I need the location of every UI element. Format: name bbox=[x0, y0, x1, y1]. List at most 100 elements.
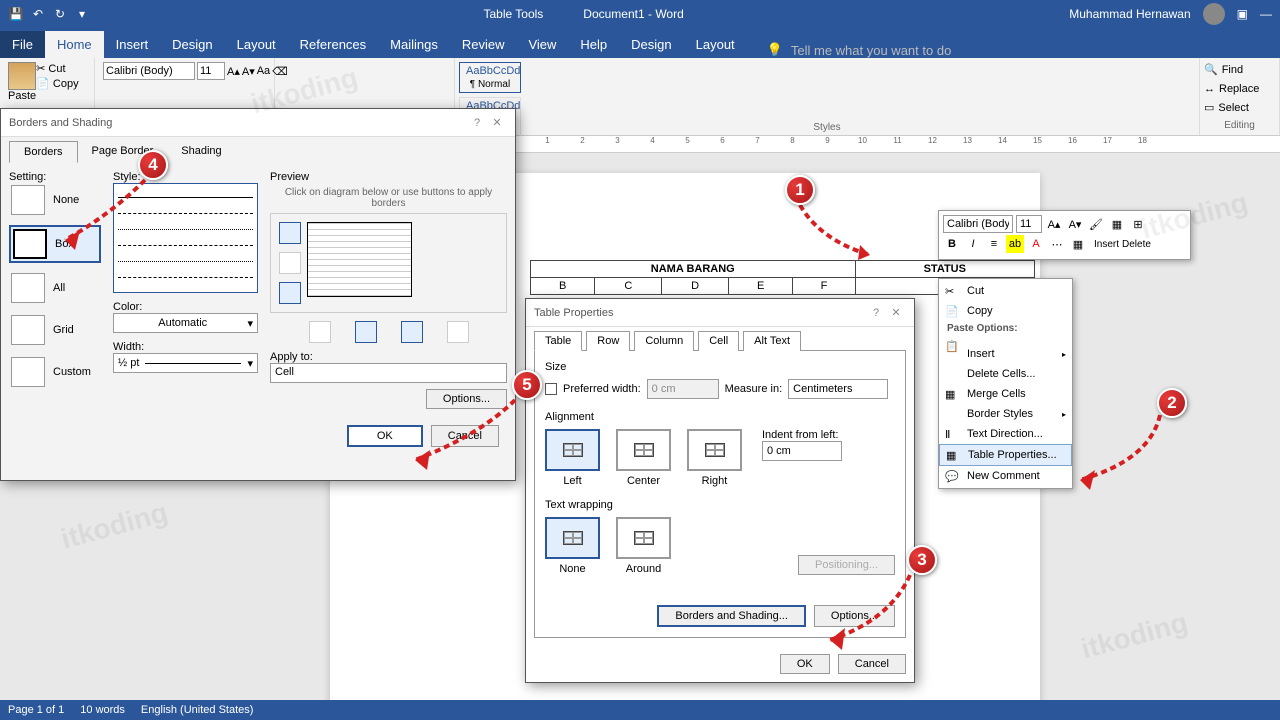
font-size-combo[interactable] bbox=[197, 62, 225, 80]
bs-close-icon[interactable]: ✕ bbox=[487, 116, 507, 129]
preview-diagram[interactable] bbox=[307, 222, 412, 297]
ctx-merge-cells[interactable]: ▦Merge Cells bbox=[939, 384, 1072, 404]
styles-gallery[interactable]: AaBbCcDd¶ Normal AaBbCcDd¶ No Spac... Aa… bbox=[455, 58, 1200, 135]
bs-tab-borders[interactable]: Borders bbox=[9, 141, 78, 163]
tab-help[interactable]: Help bbox=[568, 31, 619, 58]
border-hmid-btn[interactable] bbox=[279, 252, 301, 274]
status-lang[interactable]: English (United States) bbox=[141, 704, 254, 716]
border-top-btn[interactable] bbox=[279, 222, 301, 244]
applyto-combo[interactable]: Cell bbox=[270, 363, 507, 383]
ctx-insert[interactable]: Insert▸ bbox=[939, 344, 1072, 364]
tp-cancel-button[interactable]: Cancel bbox=[838, 654, 906, 674]
mini-font-combo[interactable] bbox=[943, 215, 1013, 233]
ctx-copy[interactable]: 📄Copy bbox=[939, 301, 1072, 321]
preferred-width-checkbox[interactable] bbox=[545, 383, 557, 395]
status-page[interactable]: Page 1 of 1 bbox=[8, 704, 64, 716]
mini-italic-icon[interactable]: I bbox=[964, 235, 982, 253]
tab-review[interactable]: Review bbox=[450, 31, 517, 58]
ctx-paste-keep-source[interactable]: 📋 bbox=[939, 336, 1072, 344]
bs-help-icon[interactable]: ? bbox=[467, 117, 487, 129]
qatoolbar-dropdown-icon[interactable]: ▾ bbox=[74, 6, 90, 22]
wrap-none[interactable]: None bbox=[545, 517, 600, 575]
tab-design[interactable]: Design bbox=[160, 31, 224, 58]
ctx-new-comment[interactable]: 💬New Comment bbox=[939, 466, 1072, 486]
mini-delete-button[interactable]: Delete bbox=[1122, 239, 1151, 250]
mini-fontsize-combo[interactable] bbox=[1016, 215, 1042, 233]
mini-insert-button[interactable]: Insert bbox=[1094, 239, 1119, 250]
minimize-icon[interactable]: — bbox=[1260, 7, 1272, 21]
mini-autofit-icon[interactable]: ⊞ bbox=[1129, 215, 1147, 233]
width-combo[interactable]: ½ pt▾ bbox=[113, 353, 258, 373]
border-left-btn[interactable] bbox=[355, 321, 377, 343]
find-button[interactable]: 🔍 Find bbox=[1204, 62, 1275, 77]
mini-align-icon[interactable]: ≡ bbox=[985, 235, 1003, 253]
change-case-icon[interactable]: Aa bbox=[257, 63, 270, 79]
tab-tt-layout[interactable]: Layout bbox=[684, 31, 747, 58]
tp-tab-table[interactable]: Table bbox=[534, 331, 582, 351]
mini-format-painter-icon[interactable]: 🖌 bbox=[1087, 215, 1105, 233]
mini-grow-font-icon[interactable]: A▴ bbox=[1045, 215, 1063, 233]
wrap-around[interactable]: Around bbox=[616, 517, 671, 575]
ribbon-display-icon[interactable]: ▣ bbox=[1237, 7, 1248, 21]
paste-button[interactable]: Paste bbox=[8, 62, 36, 102]
setting-custom[interactable]: Custom bbox=[9, 355, 101, 389]
ctx-cut[interactable]: ✂Cut bbox=[939, 281, 1072, 301]
setting-grid[interactable]: Grid bbox=[9, 313, 101, 347]
mini-shade-icon[interactable]: ▦ bbox=[1069, 235, 1087, 253]
bs-title: Borders and Shading bbox=[9, 117, 112, 129]
border-bottom-btn[interactable] bbox=[279, 282, 301, 304]
user-avatar-icon[interactable] bbox=[1203, 3, 1225, 25]
bs-tab-shading[interactable]: Shading bbox=[167, 141, 235, 163]
indent-spinner[interactable]: 0 cm bbox=[762, 441, 842, 461]
undo-icon[interactable]: ↶ bbox=[30, 6, 46, 22]
mini-more-icon[interactable]: ⋯ bbox=[1048, 235, 1066, 253]
status-words[interactable]: 10 words bbox=[80, 704, 125, 716]
font-name-combo[interactable] bbox=[103, 62, 195, 80]
align-right[interactable]: Right bbox=[687, 429, 742, 487]
tab-home[interactable]: Home bbox=[45, 31, 104, 58]
help-icon[interactable]: ? bbox=[866, 307, 886, 319]
width-spinner[interactable]: 0 cm bbox=[647, 379, 719, 399]
ctx-table-properties[interactable]: ▦Table Properties... bbox=[939, 444, 1072, 466]
cut-button[interactable]: ✂ Cut bbox=[36, 62, 78, 75]
ctx-border-styles[interactable]: Border Styles▸ bbox=[939, 404, 1072, 424]
align-left[interactable]: Left bbox=[545, 429, 600, 487]
tab-tt-design[interactable]: Design bbox=[619, 31, 683, 58]
ctx-text-direction[interactable]: ⅡText Direction... bbox=[939, 424, 1072, 444]
tab-file[interactable]: File bbox=[0, 31, 45, 58]
close-icon[interactable]: ✕ bbox=[886, 306, 906, 319]
color-combo[interactable]: Automatic▾ bbox=[113, 313, 258, 333]
mini-shrink-font-icon[interactable]: A▾ bbox=[1066, 215, 1084, 233]
border-diag2-btn[interactable] bbox=[447, 321, 469, 343]
borders-shading-button[interactable]: Borders and Shading... bbox=[657, 605, 806, 627]
tp-ok-button[interactable]: OK bbox=[780, 654, 830, 674]
mini-bold-icon[interactable]: B bbox=[943, 235, 961, 253]
copy-button[interactable]: 📄 Copy bbox=[36, 77, 78, 90]
tab-layout[interactable]: Layout bbox=[225, 31, 288, 58]
select-button[interactable]: ▭ Select bbox=[1204, 100, 1275, 115]
border-right-btn[interactable] bbox=[401, 321, 423, 343]
setting-all[interactable]: All bbox=[9, 271, 101, 305]
tab-mailings[interactable]: Mailings bbox=[378, 31, 450, 58]
ctx-delete-cells[interactable]: Delete Cells... bbox=[939, 364, 1072, 384]
tellme-placeholder[interactable]: Tell me what you want to do bbox=[791, 43, 951, 58]
shrink-font-icon[interactable]: A▾ bbox=[242, 63, 255, 79]
tp-tab-cell[interactable]: Cell bbox=[698, 331, 739, 351]
border-diag1-btn[interactable] bbox=[309, 321, 331, 343]
tab-references[interactable]: References bbox=[288, 31, 378, 58]
mini-border-icon[interactable]: ▦ bbox=[1108, 215, 1126, 233]
save-icon[interactable]: 💾 bbox=[8, 6, 24, 22]
tab-insert[interactable]: Insert bbox=[104, 31, 161, 58]
tp-tab-column[interactable]: Column bbox=[634, 331, 694, 351]
tp-tab-alttext[interactable]: Alt Text bbox=[743, 331, 801, 351]
align-center[interactable]: Center bbox=[616, 429, 671, 487]
replace-button[interactable]: ↔ Replace bbox=[1204, 82, 1275, 96]
tab-view[interactable]: View bbox=[516, 31, 568, 58]
mini-fontcolor-icon[interactable]: A bbox=[1027, 235, 1045, 253]
grow-font-icon[interactable]: A▴ bbox=[227, 63, 240, 79]
tp-tab-row[interactable]: Row bbox=[586, 331, 630, 351]
mini-highlight-icon[interactable]: ab bbox=[1006, 235, 1024, 253]
redo-icon[interactable]: ↻ bbox=[52, 6, 68, 22]
measure-combo[interactable]: Centimeters bbox=[788, 379, 888, 399]
size-label: Size bbox=[545, 361, 895, 373]
